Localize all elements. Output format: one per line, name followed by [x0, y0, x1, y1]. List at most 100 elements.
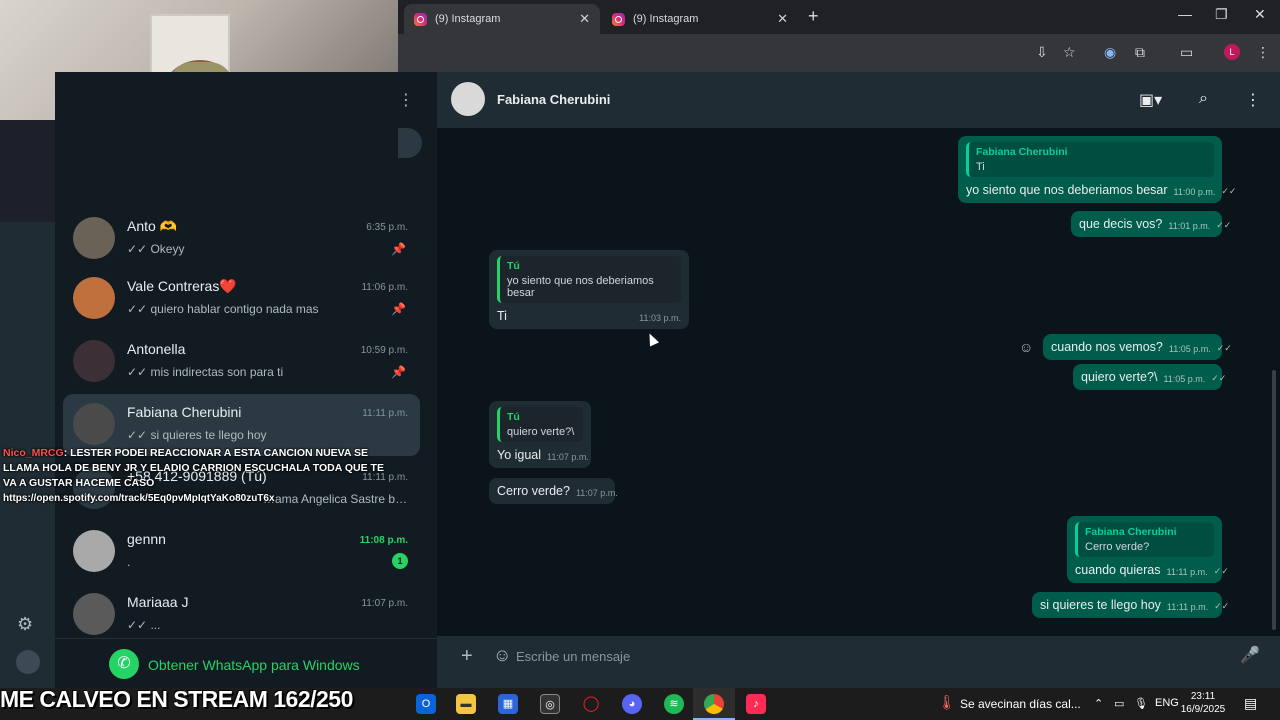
clock-time: 23:11 — [1190, 691, 1216, 702]
obs-icon[interactable]: ◎ — [540, 694, 560, 714]
attach-plus-icon[interactable]: + — [461, 645, 473, 668]
message-bubble[interactable]: Fabiana Cherubini Ti yo siento que nos d… — [958, 136, 1236, 203]
profile-avatar[interactable]: L — [1224, 44, 1240, 60]
chrome-icon[interactable] — [704, 694, 724, 714]
microphone-icon[interactable]: 🎤 — [1240, 645, 1260, 665]
opera-gx-icon[interactable]: ◯ — [581, 694, 601, 714]
stream-chat-user: Nico_MRCG — [3, 447, 64, 459]
outlook-icon[interactable]: O — [416, 694, 436, 714]
read-ticks-icon: ✓✓ — [1221, 186, 1237, 196]
avatar — [73, 593, 115, 635]
language-indicator[interactable]: ENG — [1155, 697, 1179, 709]
chat-name: gennn — [127, 531, 166, 547]
chat-preview: ✓✓ quiero hablar contigo nada mas — [127, 302, 319, 316]
screen: (9) Instagram ✕ (9) Instagram ✕ + — ❐ ✕ … — [0, 0, 1280, 720]
contact-avatar[interactable] — [451, 82, 485, 116]
instagram-icon — [414, 12, 427, 26]
minimize-button[interactable]: — — [1178, 6, 1192, 22]
taskbar-clock[interactable]: 23:11 16/9/2025 — [1180, 690, 1226, 716]
extensions-puzzle-icon[interactable]: ⧉ — [1135, 44, 1145, 61]
tray-device-icon[interactable]: ▭ — [1114, 697, 1124, 710]
conversation-menu-icon[interactable]: ⋮ — [1245, 90, 1261, 110]
close-tab-icon[interactable]: ✕ — [777, 11, 788, 27]
tiktok-icon[interactable]: ♪ — [746, 694, 766, 714]
install-app-icon[interactable]: ⇩ — [1036, 44, 1048, 61]
whatsapp-logo-icon: ✆ — [109, 649, 139, 679]
settings-gear-icon[interactable]: ⚙ — [17, 614, 33, 635]
chat-item-vale[interactable]: Vale Contreras❤️ 11:06 p.m. ✓✓ quiero ha… — [63, 268, 420, 330]
avatar — [73, 277, 115, 319]
pin-icon: 📌 — [391, 302, 406, 316]
message-bubble[interactable]: Tú quiero verte?\ Yo igual 11:07 p.m. — [489, 401, 591, 468]
message-bubble[interactable]: si quieres te llego hoy 11:11 p.m. ✓✓ — [1032, 592, 1229, 618]
video-call-icon[interactable]: ▣▾ — [1139, 90, 1162, 110]
get-whatsapp-banner[interactable]: ✆ Obtener WhatsApp para Windows — [55, 638, 437, 688]
unread-badge: 1 — [392, 553, 408, 569]
read-ticks-icon: ✓✓ — [1216, 220, 1232, 230]
quoted-author: Tú — [507, 411, 520, 423]
message-bubble[interactable]: que decis vos? 11:01 p.m. ✓✓ — [1071, 211, 1231, 237]
quoted-message[interactable]: Tú yo siento que nos deberiamos besar — [497, 256, 681, 303]
chat-list-menu-icon[interactable]: ⋮ — [398, 90, 414, 110]
store-icon[interactable]: ▦ — [498, 694, 518, 714]
message-text: cuando quieras — [1075, 563, 1161, 577]
chat-item-gennn[interactable]: gennn 11:08 p.m. . 1 — [63, 521, 420, 583]
message-text: que decis vos? — [1079, 217, 1163, 231]
message-time: 11:05 p.m. — [1163, 374, 1206, 384]
chat-preview: ✓✓ ... — [127, 618, 161, 632]
quoted-message[interactable]: Fabiana Cherubini Cerro verde? — [1075, 522, 1214, 557]
message-bubble[interactable]: Tú yo siento que nos deberiamos besar Ti… — [489, 250, 689, 329]
quoted-text: Ti — [976, 161, 985, 173]
chat-item-anto[interactable]: Anto 🫶 6:35 p.m. ✓✓ Okeyy 📌 — [63, 208, 420, 270]
chat-name: Fabiana Cherubini — [127, 404, 242, 420]
message-input[interactable] — [516, 644, 1224, 668]
message-text: Cerro verde? — [497, 484, 570, 498]
tray-mic-icon[interactable]: 🎙 — [1134, 697, 1148, 710]
chat-name: Vale Contreras❤️ — [127, 278, 237, 294]
search-icon[interactable]: ⌕ — [1199, 90, 1208, 108]
chat-preview: ✓✓ Okeyy — [127, 242, 185, 256]
close-window-button[interactable]: ✕ — [1254, 6, 1266, 23]
pin-icon: 📌 — [391, 365, 406, 379]
sticker-emoji-icon[interactable]: ☺ — [493, 645, 511, 666]
browser-tab-2[interactable]: (9) Instagram ✕ — [602, 4, 798, 34]
message-text: quiero verte?\ — [1081, 370, 1158, 384]
notification-icon[interactable]: ▤ — [1244, 695, 1257, 712]
read-ticks-icon: ✓✓ — [1216, 343, 1232, 353]
tray-chevron-icon[interactable]: ⌃ — [1094, 697, 1103, 710]
bookmark-star-icon[interactable]: ☆ — [1063, 44, 1076, 61]
chat-time: 11:06 p.m. — [361, 282, 408, 293]
chat-time: 11:08 p.m. — [359, 535, 408, 546]
message-time: 11:07 p.m. — [575, 488, 618, 498]
quoted-author: Fabiana Cherubini — [1085, 526, 1177, 538]
extension-translate-icon[interactable]: ◉ — [1104, 44, 1116, 61]
message-bubble[interactable]: cuando nos vemos? 11:05 p.m. ✓✓ — [1043, 334, 1232, 360]
cast-icon[interactable]: ▭ — [1180, 44, 1193, 61]
new-tab-button[interactable]: + — [808, 6, 819, 27]
chat-time: 11:11 p.m. — [362, 408, 408, 419]
file-explorer-icon[interactable]: ▬ — [456, 694, 476, 714]
contact-name[interactable]: Fabiana Cherubini — [497, 92, 610, 107]
maximize-button[interactable]: ❐ — [1215, 6, 1228, 23]
stream-chat-message: Nico_MRCG: LESTER PODEI REACCIONAR A EST… — [3, 446, 393, 506]
weather-widget[interactable]: Se avecinan días cal... — [960, 697, 1081, 711]
quoted-message[interactable]: Tú quiero verte?\ — [497, 407, 583, 442]
message-bubble[interactable]: Fabiana Cherubini Cerro verde? cuando qu… — [1067, 516, 1229, 583]
chat-item-mariaaa[interactable]: Mariaaa J 11:07 p.m. ✓✓ ... — [63, 584, 420, 646]
browser-menu-icon[interactable]: ⋮ — [1256, 44, 1270, 61]
conversation-scrollbar[interactable] — [1272, 370, 1276, 630]
quoted-text: yo siento que nos deberiamos besar — [507, 275, 654, 299]
quoted-message[interactable]: Fabiana Cherubini Ti — [966, 142, 1214, 177]
message-bubble[interactable]: Cerro verde? 11:07 p.m. — [489, 478, 618, 504]
profile-avatar[interactable] — [16, 650, 40, 674]
read-ticks-icon: ✓✓ — [1213, 566, 1229, 576]
discord-icon[interactable]: ◕ — [622, 694, 642, 714]
close-tab-icon[interactable]: ✕ — [579, 11, 590, 27]
chat-item-antonella[interactable]: Antonella 10:59 p.m. ✓✓ mis indirectas s… — [63, 331, 420, 393]
message-time: 11:11 p.m. — [1166, 602, 1209, 612]
reaction-emoji-icon[interactable]: ☺ — [1019, 339, 1033, 355]
avatar — [73, 403, 115, 445]
spotify-icon[interactable]: ≋ — [664, 694, 684, 714]
browser-tab-1[interactable]: (9) Instagram ✕ — [404, 4, 600, 34]
message-bubble[interactable]: quiero verte?\ 11:05 p.m. ✓✓ — [1073, 364, 1226, 390]
